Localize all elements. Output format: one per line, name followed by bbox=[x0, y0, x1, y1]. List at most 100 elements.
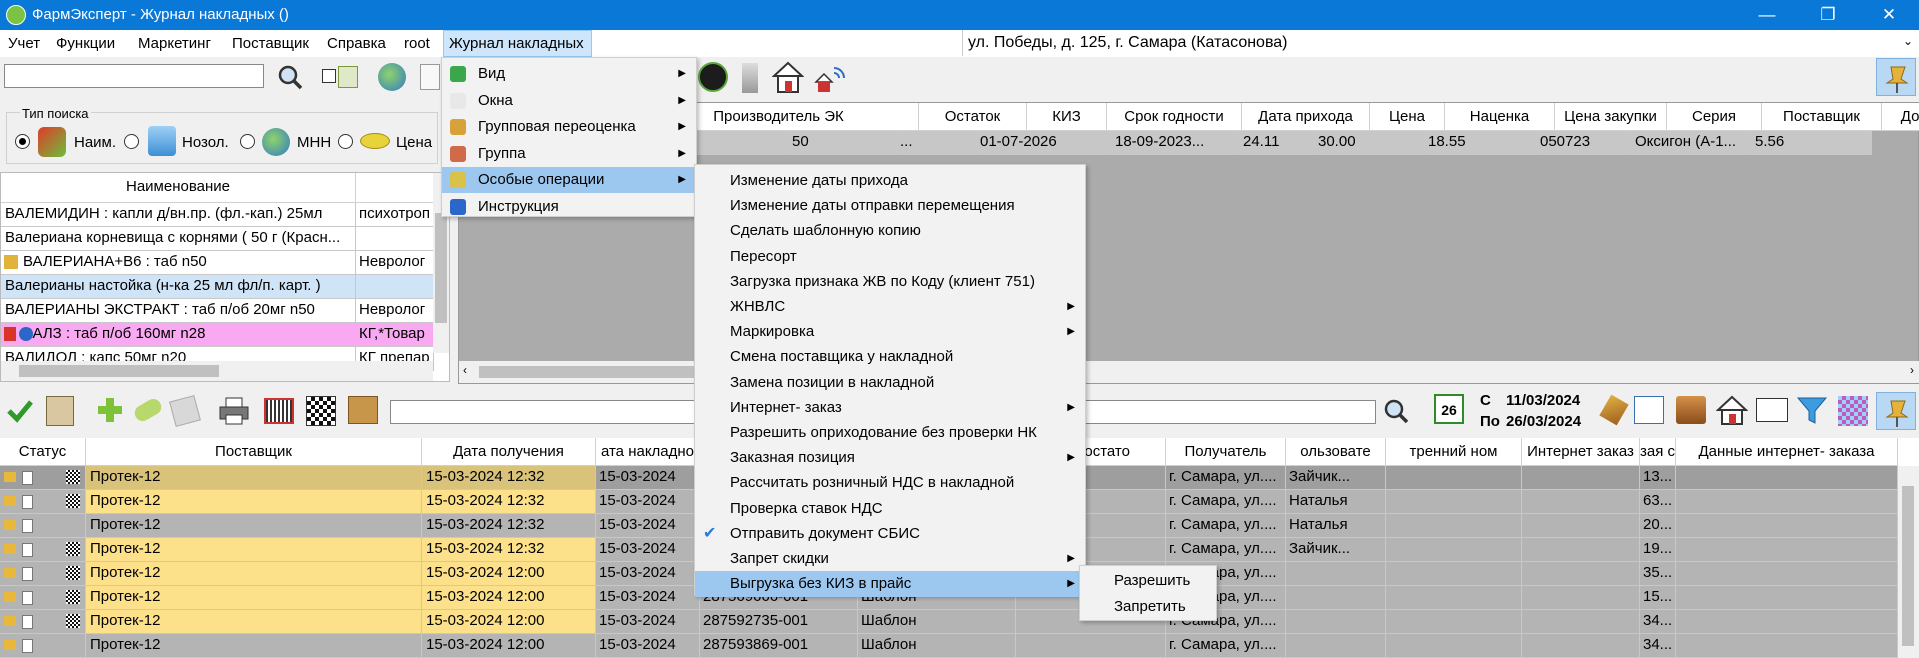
invoice-user[interactable] bbox=[1286, 610, 1386, 634]
qr-code-icon[interactable] bbox=[306, 396, 336, 426]
invoice-header-col[interactable]: Данные интернет- заказа bbox=[1676, 438, 1898, 466]
search-icon[interactable] bbox=[1382, 398, 1410, 424]
invoice-vscrollbar[interactable] bbox=[1898, 466, 1919, 652]
product-row-name[interactable]: ВАЛЕМИДИН : капли д/вн.пр. (фл.-кап.) 25… bbox=[1, 203, 356, 227]
check-icon[interactable] bbox=[6, 398, 34, 424]
invoice-cell[interactable] bbox=[1386, 610, 1522, 634]
pharmacy-address-select[interactable]: ул. Победы, д. 125, г. Самара (Катасонов… bbox=[962, 30, 1919, 56]
box-icon[interactable] bbox=[348, 396, 378, 424]
invoice-cell[interactable] bbox=[1676, 490, 1898, 514]
invoice-cell[interactable] bbox=[1676, 538, 1898, 562]
invoice-header-col[interactable]: Получатель bbox=[1166, 438, 1286, 466]
restore-button[interactable]: ❐ bbox=[1808, 2, 1848, 28]
menu-item-allow[interactable]: Разрешить bbox=[1080, 568, 1216, 594]
pin-icon[interactable] bbox=[1876, 58, 1916, 96]
stock-cell[interactable]: 050723 bbox=[1537, 131, 1632, 155]
special-menu-item[interactable]: Выгрузка без КИЗ в прайс ▶ bbox=[695, 571, 1085, 598]
special-menu-item[interactable]: Пересорт bbox=[695, 244, 1085, 270]
special-menu-item[interactable]: Разрешить оприходование без проверки НК bbox=[695, 420, 1085, 446]
invoice-date[interactable]: 15-03-2024 bbox=[596, 610, 700, 634]
calendar-icon[interactable]: 26 bbox=[1434, 394, 1464, 424]
broom-icon[interactable] bbox=[1599, 394, 1629, 426]
invoice-extra[interactable]: 19... bbox=[1640, 538, 1676, 562]
invoice-cell[interactable] bbox=[1522, 562, 1640, 586]
product-header-name[interactable]: Наименование bbox=[1, 173, 356, 203]
invoice-cell[interactable] bbox=[1676, 466, 1898, 490]
stock-header-col[interactable]: Доходность bbox=[1882, 103, 1919, 131]
invoice-cell[interactable] bbox=[1522, 466, 1640, 490]
invoice-recipient[interactable]: г. Самара, ул.... bbox=[1166, 538, 1286, 562]
special-menu-item[interactable]: Проверка ставок НДС bbox=[695, 496, 1085, 522]
date-to[interactable]: 26/03/2024 bbox=[1506, 413, 1581, 430]
stock-cell[interactable]: Оксигон (А-1... bbox=[1632, 131, 1752, 155]
invoice-received[interactable]: 15-03-2024 12:32 bbox=[422, 538, 596, 562]
special-menu-item[interactable]: Сделать шаблонную копию bbox=[695, 218, 1085, 244]
invoice-user[interactable] bbox=[1286, 634, 1386, 658]
invoice-cell[interactable] bbox=[1522, 538, 1640, 562]
invoice-header-col[interactable]: зая с bbox=[1640, 438, 1676, 466]
product-row-name[interactable]: Валерианы настойка (н-ка 25 мл фл/п. кар… bbox=[1, 275, 356, 299]
special-menu-item[interactable]: Загрузка признака ЖВ по Коду (клиент 751… bbox=[695, 269, 1085, 295]
invoice-cell[interactable] bbox=[1676, 514, 1898, 538]
menu-journal[interactable]: Журнал накладных bbox=[443, 30, 592, 57]
invoice-header-col[interactable]: ата накладно bbox=[596, 438, 700, 466]
menu-help[interactable]: Справка bbox=[327, 35, 386, 52]
invoice-cell[interactable] bbox=[1386, 490, 1522, 514]
invoice-cell[interactable] bbox=[1676, 634, 1898, 658]
invoice-supplier[interactable]: Протек-12 bbox=[86, 586, 422, 610]
special-menu-item[interactable]: Интернет- заказ ▶ bbox=[695, 395, 1085, 421]
product-row-group[interactable]: Невролог bbox=[356, 299, 434, 323]
invoice-number[interactable]: 287593869-001 bbox=[700, 634, 858, 658]
invoice-date[interactable]: 15-03-2024 bbox=[596, 562, 700, 586]
stock-cell[interactable]: 01-07-2026 bbox=[977, 131, 1112, 155]
stock-cell[interactable]: 18-09-2023... bbox=[1112, 131, 1240, 155]
stock-header-col[interactable]: Цена bbox=[1370, 103, 1445, 131]
pill-icon[interactable] bbox=[131, 396, 165, 424]
special-menu-item[interactable]: Изменение даты отправки перемещения bbox=[695, 193, 1085, 219]
invoice-header-col[interactable]: Статус bbox=[0, 438, 86, 466]
invoice-user[interactable] bbox=[1286, 586, 1386, 610]
invoice-extra[interactable]: 34... bbox=[1640, 610, 1676, 634]
radio-price[interactable] bbox=[338, 134, 353, 149]
filter-checkbox[interactable] bbox=[322, 69, 336, 83]
invoice-supplier[interactable]: Протек-12 bbox=[86, 634, 422, 658]
qr-filter-icon[interactable] bbox=[1838, 396, 1868, 426]
add-icon[interactable] bbox=[96, 396, 124, 424]
invoice-supplier[interactable]: Протек-12 bbox=[86, 466, 422, 490]
special-menu-item[interactable]: Запрет скидки ▶ bbox=[695, 546, 1085, 572]
close-button[interactable]: ✕ bbox=[1869, 2, 1909, 28]
invoice-extra[interactable]: 63... bbox=[1640, 490, 1676, 514]
invoice-extra[interactable]: 13... bbox=[1640, 466, 1676, 490]
product-hscrollbar[interactable] bbox=[1, 361, 433, 381]
invoice-header-col[interactable]: ользовате bbox=[1286, 438, 1386, 466]
invoice-supplier[interactable]: Протек-12 bbox=[86, 610, 422, 634]
stock-header-col[interactable]: Серия bbox=[1667, 103, 1762, 131]
journal-menu-item[interactable]: Особые операции ▶ bbox=[442, 167, 696, 193]
invoice-extra[interactable]: 35... bbox=[1640, 562, 1676, 586]
product-row-group[interactable]: КГ,*Товар bbox=[356, 323, 434, 347]
menu-functions[interactable]: Функции bbox=[56, 35, 115, 52]
document-plus-icon[interactable] bbox=[338, 66, 358, 88]
barcode-icon[interactable] bbox=[264, 398, 294, 424]
invoice-cell[interactable] bbox=[1386, 562, 1522, 586]
search-input[interactable] bbox=[4, 64, 264, 88]
globe-icon[interactable] bbox=[378, 63, 406, 91]
invoice-cell[interactable] bbox=[1522, 634, 1640, 658]
stamp-icon[interactable] bbox=[46, 396, 74, 426]
invoice-received[interactable]: 15-03-2024 12:32 bbox=[422, 490, 596, 514]
invoice-cell[interactable] bbox=[1386, 634, 1522, 658]
menu-marketing[interactable]: Маркетинг bbox=[138, 35, 211, 52]
invoice-date[interactable]: 15-03-2024 bbox=[596, 634, 700, 658]
invoice-date[interactable]: 15-03-2024 bbox=[596, 586, 700, 610]
special-menu-item[interactable]: ЖНВЛС ▶ bbox=[695, 294, 1085, 320]
special-menu-item[interactable]: Смена поставщика у накладной bbox=[695, 344, 1085, 370]
invoice-header-col[interactable]: тренний ном bbox=[1386, 438, 1522, 466]
special-menu-item[interactable]: Отправить документ СБИС ✔ bbox=[695, 521, 1085, 547]
invoice-kind[interactable]: Шаблон bbox=[858, 610, 1016, 634]
product-row-name[interactable]: ВАЛЕРИАНА+В6 : таб n50 bbox=[1, 251, 356, 275]
invoice-recipient[interactable]: г. Самара, ул.... bbox=[1166, 634, 1286, 658]
invoice-cell[interactable] bbox=[1522, 586, 1640, 610]
invoice-cell[interactable] bbox=[1676, 610, 1898, 634]
invoice-user[interactable]: Зайчик... bbox=[1286, 538, 1386, 562]
special-menu-item[interactable]: Маркировка ▶ bbox=[695, 319, 1085, 345]
